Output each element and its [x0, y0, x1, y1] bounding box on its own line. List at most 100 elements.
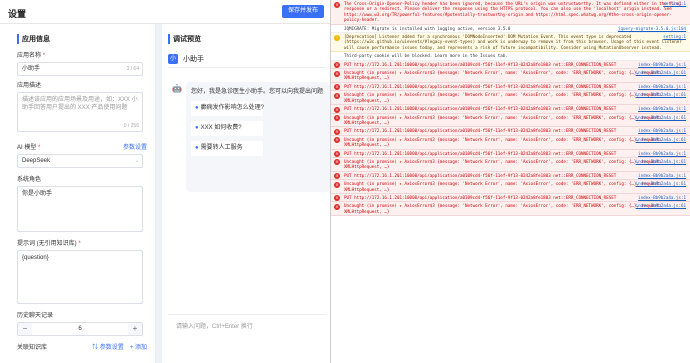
console-message-warn: ! [Deprecation] Listener added for a sync… — [331, 33, 690, 53]
console-message-error: × PUT http://172.16.1.201:10000/api/appli… — [331, 193, 690, 203]
console-message-error: × PUT http://172.16.1.201:10000/api/appli… — [331, 105, 690, 114]
console-source-link[interactable]: setting:1 — [663, 34, 686, 39]
prompt-label: 提示词 (无引用知识库) * — [17, 241, 81, 247]
kb-params-link[interactable]: ⇅ 参数设置 — [92, 342, 124, 351]
console-source-link[interactable]: index-Bb9b2a4a.js:1 — [638, 62, 686, 67]
console-message-text: JQMIGRATE: Migrate is installed with log… — [344, 25, 511, 31]
top-bar: 设置 保存并发布 — [0, 0, 330, 24]
app-name-count: 3 / 64 — [126, 66, 139, 72]
chat-input[interactable]: 请输入问题，Ctrl+Enter 换行 — [168, 314, 326, 338]
console-message-text: Uncaught (in promise) ▸ AxiosError$3 {me… — [344, 158, 662, 170]
error-icon: × — [334, 115, 340, 121]
question-icon: ● — [195, 125, 199, 131]
panel-divider — [155, 24, 162, 363]
app-desc-textarea[interactable]: 描述该应用的应用场景及用途，如：XXX 小助手回答用户提出的 XXX 产品使用问… — [17, 92, 143, 132]
console-message-error: × PUT http://172.16.1.201:10000/api/appli… — [331, 171, 690, 181]
suggestion-item[interactable]: ● 需要转人工服务 — [191, 141, 263, 156]
error-icon: × — [334, 128, 340, 135]
chevron-down-icon: ⌄ — [134, 158, 139, 164]
suggestion-item[interactable]: ● 癫痫发作影响怎么处理? — [191, 101, 264, 116]
console-message-error: × PUT http://172.16.1.201:10000/api/appli… — [331, 82, 690, 92]
console-source-link[interactable]: index-Bb9b2a4a.js:1 — [638, 173, 686, 178]
error-icon: × — [334, 84, 340, 91]
console-message-text: Uncaught (in promise) ▸ AxiosError$3 {me… — [344, 114, 662, 125]
console-message-text: The Cross-Origin-Opener-Policy header ha… — [344, 1, 682, 23]
console-message-error: × PUT http://172.16.1.201:10000/api/appli… — [331, 127, 690, 136]
error-icon: × — [334, 195, 340, 202]
console-message-error: × Uncaught (in promise) ▸ AxiosError$3 {m… — [331, 202, 690, 217]
console-message-info: JQMIGRATE: Migrate is installed with log… — [331, 24, 690, 34]
preview-title: 调试预览 — [168, 34, 201, 44]
ai-model-value: DeepSeek — [22, 158, 51, 164]
decrement-button[interactable]: − — [18, 323, 32, 335]
bot-icon: 🤖 — [172, 84, 182, 93]
console-message-error: × Uncaught (in promise) ▸ AxiosError$3 {m… — [331, 113, 690, 128]
kb-add-link[interactable]: + 添加 — [130, 342, 147, 351]
error-icon: × — [334, 92, 340, 99]
error-icon: × — [334, 203, 340, 210]
console-message-error: × Uncaught (in promise) ▸ AxiosError$3 {m… — [331, 91, 690, 106]
console-message-text: Third-party cookie will be blocked. Lear… — [344, 53, 508, 59]
app-name-value: 小助手 — [22, 66, 41, 72]
app-info-section-title: 应用信息 — [17, 34, 147, 44]
error-icon: × — [334, 1, 340, 8]
kb-label: 关联知识库 — [17, 345, 48, 351]
error-icon: × — [334, 106, 340, 113]
chat-app-name: 小助手 — [183, 55, 204, 63]
prompt-value: {question} — [22, 255, 49, 261]
console-message-text: Uncaught (in promise) ▸ AxiosError$3 {me… — [344, 136, 662, 148]
increment-button[interactable]: + — [128, 323, 142, 335]
question-icon: ● — [195, 145, 199, 151]
console-source-link[interactable]: index-Bb9b2a4a.js:1 — [638, 128, 686, 133]
devtools-console: × The Cross-Origin-Opener-Policy header h… — [330, 0, 690, 363]
console-message-error: × The Cross-Origin-Opener-Policy header h… — [331, 0, 690, 25]
console-message-text: Uncaught (in promise) ▸ AxiosError$3 {me… — [344, 70, 662, 81]
model-params-link[interactable]: 参数设置 — [123, 142, 147, 151]
app-desc-placeholder: 描述该应用的应用场景及用途，如：XXX 小助手回答用户提出的 XXX 产品使用问… — [22, 97, 138, 111]
error-icon: × — [334, 137, 340, 144]
console-source-link[interactable]: index-Bb9b2a4a.js:61 — [636, 115, 686, 120]
console-source-link[interactable]: index-Bb9b2a4a.js:1 — [638, 151, 686, 156]
console-message-text: PUT http://172.16.1.201:10000/api/applic… — [344, 106, 617, 112]
console-source-link[interactable]: index-Bb9b2a4a.js:61 — [636, 181, 686, 186]
system-role-label: 系统角色 — [17, 177, 42, 183]
console-source-link[interactable]: index-Bb9b2a4a.js:61 — [636, 137, 686, 142]
console-source-link[interactable]: index-Bb9b2a4a.js:1 — [638, 106, 686, 111]
error-icon: × — [334, 159, 340, 166]
console-message-error: × Uncaught (in promise) ▸ AxiosError$3 {m… — [331, 157, 690, 172]
console-message-text: [Deprecation] Listener added for a synch… — [344, 34, 682, 50]
prompt-textarea[interactable]: {question} — [17, 250, 143, 304]
console-message-text: PUT http://172.16.1.201:10000/api/applic… — [344, 61, 617, 67]
console-source-link[interactable]: jquery-migrate-3.5.0.js:104 — [618, 26, 686, 31]
console-message-text: Uncaught (in promise) ▸ AxiosError$3 {me… — [344, 203, 662, 214]
console-message-text: PUT http://172.16.1.201:10000/api/applic… — [344, 128, 617, 134]
console-message-error: × Uncaught (in promise) ▸ AxiosError$3 {m… — [331, 135, 690, 150]
console-message-error: × PUT http://172.16.1.201:10000/api/appli… — [331, 149, 690, 158]
console-source-link[interactable]: index-Bb9b2a4a.js:1 — [638, 84, 686, 89]
history-stepper[interactable]: − 6 + — [17, 322, 143, 336]
console-source-link[interactable]: index-Bb9b2a4a.js:61 — [636, 203, 686, 208]
system-role-value: 你是小助手 — [22, 191, 53, 197]
chat-header: 小 小助手 — [168, 50, 326, 68]
error-icon: × — [334, 181, 340, 188]
greeting-text: 您好，我是急诊医生小助手。您可以向我提出问题 — [191, 89, 324, 95]
debug-preview-panel: 调试预览 小 小助手 🤖 您好，我是急诊医生小助手。您可以向我提出问题 ● 癫痫发… — [162, 24, 330, 363]
ai-model-select[interactable]: DeepSeek ⌄ — [17, 154, 143, 168]
console-source-link[interactable]: index-Bb9b2a4a.js:61 — [636, 70, 686, 75]
console-source-link[interactable]: index-Bb9b2a4a.js:1 — [638, 195, 686, 200]
console-message-error: × Uncaught (in promise) ▸ AxiosError$3 {m… — [331, 69, 690, 83]
error-icon: × — [334, 151, 340, 158]
console-message-error: × PUT http://172.16.1.201:10000/api/appli… — [331, 60, 690, 70]
console-source-link[interactable]: index-Bb9b2a4a.js:61 — [636, 159, 686, 164]
app-avatar: 小 — [168, 53, 178, 64]
system-role-textarea[interactable]: 你是小助手 — [17, 186, 143, 232]
console-source-link[interactable]: index-Bb9b2a4a.js:61 — [636, 92, 686, 97]
suggestion-item[interactable]: ● XXX 如何收费? — [191, 121, 263, 136]
app-name-input[interactable]: 小助手 3 / 64 — [17, 62, 143, 76]
error-icon: × — [334, 173, 340, 180]
console-message-error: × Uncaught (in promise) ▸ AxiosError$3 {m… — [331, 180, 690, 194]
save-publish-button[interactable]: 保存并发布 — [282, 5, 324, 18]
console-message-text: PUT http://172.16.1.201:10000/api/applic… — [344, 150, 617, 156]
console-source-link[interactable]: setting:1 — [663, 1, 686, 6]
app-desc-label: 应用描述 — [17, 83, 42, 89]
